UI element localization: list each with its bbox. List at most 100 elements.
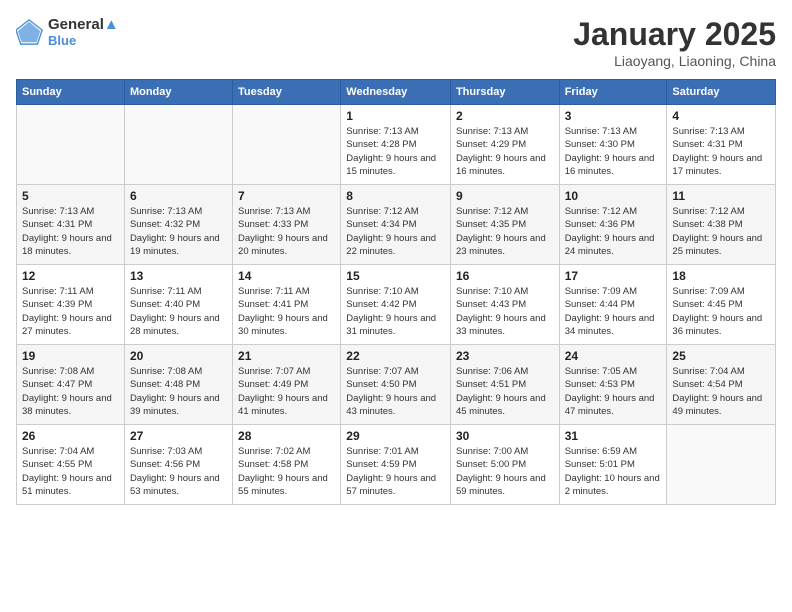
day-cell: 14Sunrise: 7:11 AM Sunset: 4:41 PM Dayli…: [233, 265, 341, 345]
day-number: 15: [346, 269, 445, 283]
week-row-4: 19 Sunrise: 7:08 AM Sunset: 4:47 PM Dayli…: [17, 345, 776, 425]
day-cell: [233, 105, 341, 185]
day-cell: 21 Sunrise: 7:07 AM Sunset: 4:49 PM Dayli…: [233, 345, 341, 425]
day-cell: 29 Sunrise: 7:01 AM Sunset: 4:59 PM Dayli…: [341, 425, 451, 505]
weekday-header-sunday: Sunday: [17, 80, 125, 105]
week-row-3: 12Sunrise: 7:11 AM Sunset: 4:39 PM Dayli…: [17, 265, 776, 345]
day-number: 30: [456, 429, 554, 443]
day-number: 22: [346, 349, 445, 363]
day-info: Sunrise: 7:13 AM Sunset: 4:33 PM Dayligh…: [238, 205, 335, 258]
day-info: Sunrise: 7:12 AM Sunset: 4:34 PM Dayligh…: [346, 205, 445, 258]
day-info: Sunrise: 7:11 AM Sunset: 4:39 PM Dayligh…: [22, 285, 119, 338]
day-info: Sunrise: 7:07 AM Sunset: 4:50 PM Dayligh…: [346, 365, 445, 418]
day-cell: 28Sunrise: 7:02 AM Sunset: 4:58 PM Dayli…: [233, 425, 341, 505]
day-number: 19: [22, 349, 119, 363]
day-cell: 18 Sunrise: 7:09 AM Sunset: 4:45 PM Dayli…: [667, 265, 776, 345]
day-info: Sunrise: 7:10 AM Sunset: 4:42 PM Dayligh…: [346, 285, 445, 338]
day-info: Sunrise: 7:00 AM Sunset: 5:00 PM Dayligh…: [456, 445, 554, 498]
day-cell: 2Sunrise: 7:13 AM Sunset: 4:29 PM Daylig…: [450, 105, 559, 185]
weekday-header-row: SundayMondayTuesdayWednesdayThursdayFrid…: [17, 80, 776, 105]
day-cell: 16 Sunrise: 7:10 AM Sunset: 4:43 PM Dayli…: [450, 265, 559, 345]
day-cell: 20Sunrise: 7:08 AM Sunset: 4:48 PM Dayli…: [124, 345, 232, 425]
day-number: 7: [238, 189, 335, 203]
day-number: 25: [672, 349, 770, 363]
day-cell: 8 Sunrise: 7:12 AM Sunset: 4:34 PM Daylig…: [341, 185, 451, 265]
day-cell: 7 Sunrise: 7:13 AM Sunset: 4:33 PM Daylig…: [233, 185, 341, 265]
day-number: 31: [565, 429, 662, 443]
day-cell: 10 Sunrise: 7:12 AM Sunset: 4:36 PM Dayli…: [559, 185, 667, 265]
day-cell: 17 Sunrise: 7:09 AM Sunset: 4:44 PM Dayli…: [559, 265, 667, 345]
day-info: Sunrise: 7:07 AM Sunset: 4:49 PM Dayligh…: [238, 365, 335, 418]
day-info: Sunrise: 7:12 AM Sunset: 4:36 PM Dayligh…: [565, 205, 662, 258]
logo-icon: [16, 18, 44, 46]
header: General▲ Blue January 2025 Liaoyang, Lia…: [16, 16, 776, 69]
weekday-header-thursday: Thursday: [450, 80, 559, 105]
day-cell: 11 Sunrise: 7:12 AM Sunset: 4:38 PM Dayli…: [667, 185, 776, 265]
day-cell: 5Sunrise: 7:13 AM Sunset: 4:31 PM Daylig…: [17, 185, 125, 265]
weekday-header-monday: Monday: [124, 80, 232, 105]
day-info: Sunrise: 7:10 AM Sunset: 4:43 PM Dayligh…: [456, 285, 554, 338]
week-row-1: 1Sunrise: 7:13 AM Sunset: 4:28 PM Daylig…: [17, 105, 776, 185]
day-info: Sunrise: 7:12 AM Sunset: 4:38 PM Dayligh…: [672, 205, 770, 258]
week-row-2: 5Sunrise: 7:13 AM Sunset: 4:31 PM Daylig…: [17, 185, 776, 265]
day-number: 10: [565, 189, 662, 203]
weekday-header-wednesday: Wednesday: [341, 80, 451, 105]
day-cell: 9Sunrise: 7:12 AM Sunset: 4:35 PM Daylig…: [450, 185, 559, 265]
day-cell: [667, 425, 776, 505]
day-cell: 13Sunrise: 7:11 AM Sunset: 4:40 PM Dayli…: [124, 265, 232, 345]
day-info: Sunrise: 7:05 AM Sunset: 4:53 PM Dayligh…: [565, 365, 662, 418]
day-info: Sunrise: 6:59 AM Sunset: 5:01 PM Dayligh…: [565, 445, 662, 498]
day-number: 29: [346, 429, 445, 443]
day-info: Sunrise: 7:13 AM Sunset: 4:31 PM Dayligh…: [672, 125, 770, 178]
day-info: Sunrise: 7:13 AM Sunset: 4:30 PM Dayligh…: [565, 125, 662, 178]
day-cell: 31 Sunrise: 6:59 AM Sunset: 5:01 PM Dayli…: [559, 425, 667, 505]
day-cell: 30 Sunrise: 7:00 AM Sunset: 5:00 PM Dayli…: [450, 425, 559, 505]
day-number: 18: [672, 269, 770, 283]
day-info: Sunrise: 7:04 AM Sunset: 4:55 PM Dayligh…: [22, 445, 119, 498]
day-number: 13: [130, 269, 227, 283]
day-cell: 3 Sunrise: 7:13 AM Sunset: 4:30 PM Daylig…: [559, 105, 667, 185]
day-number: 23: [456, 349, 554, 363]
day-cell: 26 Sunrise: 7:04 AM Sunset: 4:55 PM Dayli…: [17, 425, 125, 505]
logo-text: General▲ Blue: [48, 16, 119, 48]
day-number: 5: [22, 189, 119, 203]
day-number: 8: [346, 189, 445, 203]
day-info: Sunrise: 7:09 AM Sunset: 4:44 PM Dayligh…: [565, 285, 662, 338]
weekday-header-tuesday: Tuesday: [233, 80, 341, 105]
day-cell: 6 Sunrise: 7:13 AM Sunset: 4:32 PM Daylig…: [124, 185, 232, 265]
day-info: Sunrise: 7:09 AM Sunset: 4:45 PM Dayligh…: [672, 285, 770, 338]
month-title: January 2025: [573, 16, 776, 53]
location-subtitle: Liaoyang, Liaoning, China: [573, 53, 776, 69]
day-info: Sunrise: 7:13 AM Sunset: 4:28 PM Dayligh…: [346, 125, 445, 178]
day-cell: 25 Sunrise: 7:04 AM Sunset: 4:54 PM Dayli…: [667, 345, 776, 425]
day-info: Sunrise: 7:01 AM Sunset: 4:59 PM Dayligh…: [346, 445, 445, 498]
day-number: 3: [565, 109, 662, 123]
day-info: Sunrise: 7:03 AM Sunset: 4:56 PM Dayligh…: [130, 445, 227, 498]
day-number: 27: [130, 429, 227, 443]
day-cell: 1Sunrise: 7:13 AM Sunset: 4:28 PM Daylig…: [341, 105, 451, 185]
day-number: 6: [130, 189, 227, 203]
day-cell: 23Sunrise: 7:06 AM Sunset: 4:51 PM Dayli…: [450, 345, 559, 425]
day-number: 21: [238, 349, 335, 363]
day-cell: 24Sunrise: 7:05 AM Sunset: 4:53 PM Dayli…: [559, 345, 667, 425]
day-info: Sunrise: 7:13 AM Sunset: 4:32 PM Dayligh…: [130, 205, 227, 258]
day-cell: [17, 105, 125, 185]
day-number: 28: [238, 429, 335, 443]
day-number: 20: [130, 349, 227, 363]
day-number: 16: [456, 269, 554, 283]
day-cell: 12Sunrise: 7:11 AM Sunset: 4:39 PM Dayli…: [17, 265, 125, 345]
day-info: Sunrise: 7:08 AM Sunset: 4:47 PM Dayligh…: [22, 365, 119, 418]
day-number: 4: [672, 109, 770, 123]
day-cell: 4 Sunrise: 7:13 AM Sunset: 4:31 PM Daylig…: [667, 105, 776, 185]
day-number: 17: [565, 269, 662, 283]
day-info: Sunrise: 7:04 AM Sunset: 4:54 PM Dayligh…: [672, 365, 770, 418]
day-cell: 19 Sunrise: 7:08 AM Sunset: 4:47 PM Dayli…: [17, 345, 125, 425]
logo: General▲ Blue: [16, 16, 119, 48]
day-number: 14: [238, 269, 335, 283]
calendar-table: SundayMondayTuesdayWednesdayThursdayFrid…: [16, 79, 776, 505]
day-info: Sunrise: 7:13 AM Sunset: 4:29 PM Dayligh…: [456, 125, 554, 178]
day-info: Sunrise: 7:12 AM Sunset: 4:35 PM Dayligh…: [456, 205, 554, 258]
day-cell: 27 Sunrise: 7:03 AM Sunset: 4:56 PM Dayli…: [124, 425, 232, 505]
day-number: 26: [22, 429, 119, 443]
day-number: 11: [672, 189, 770, 203]
